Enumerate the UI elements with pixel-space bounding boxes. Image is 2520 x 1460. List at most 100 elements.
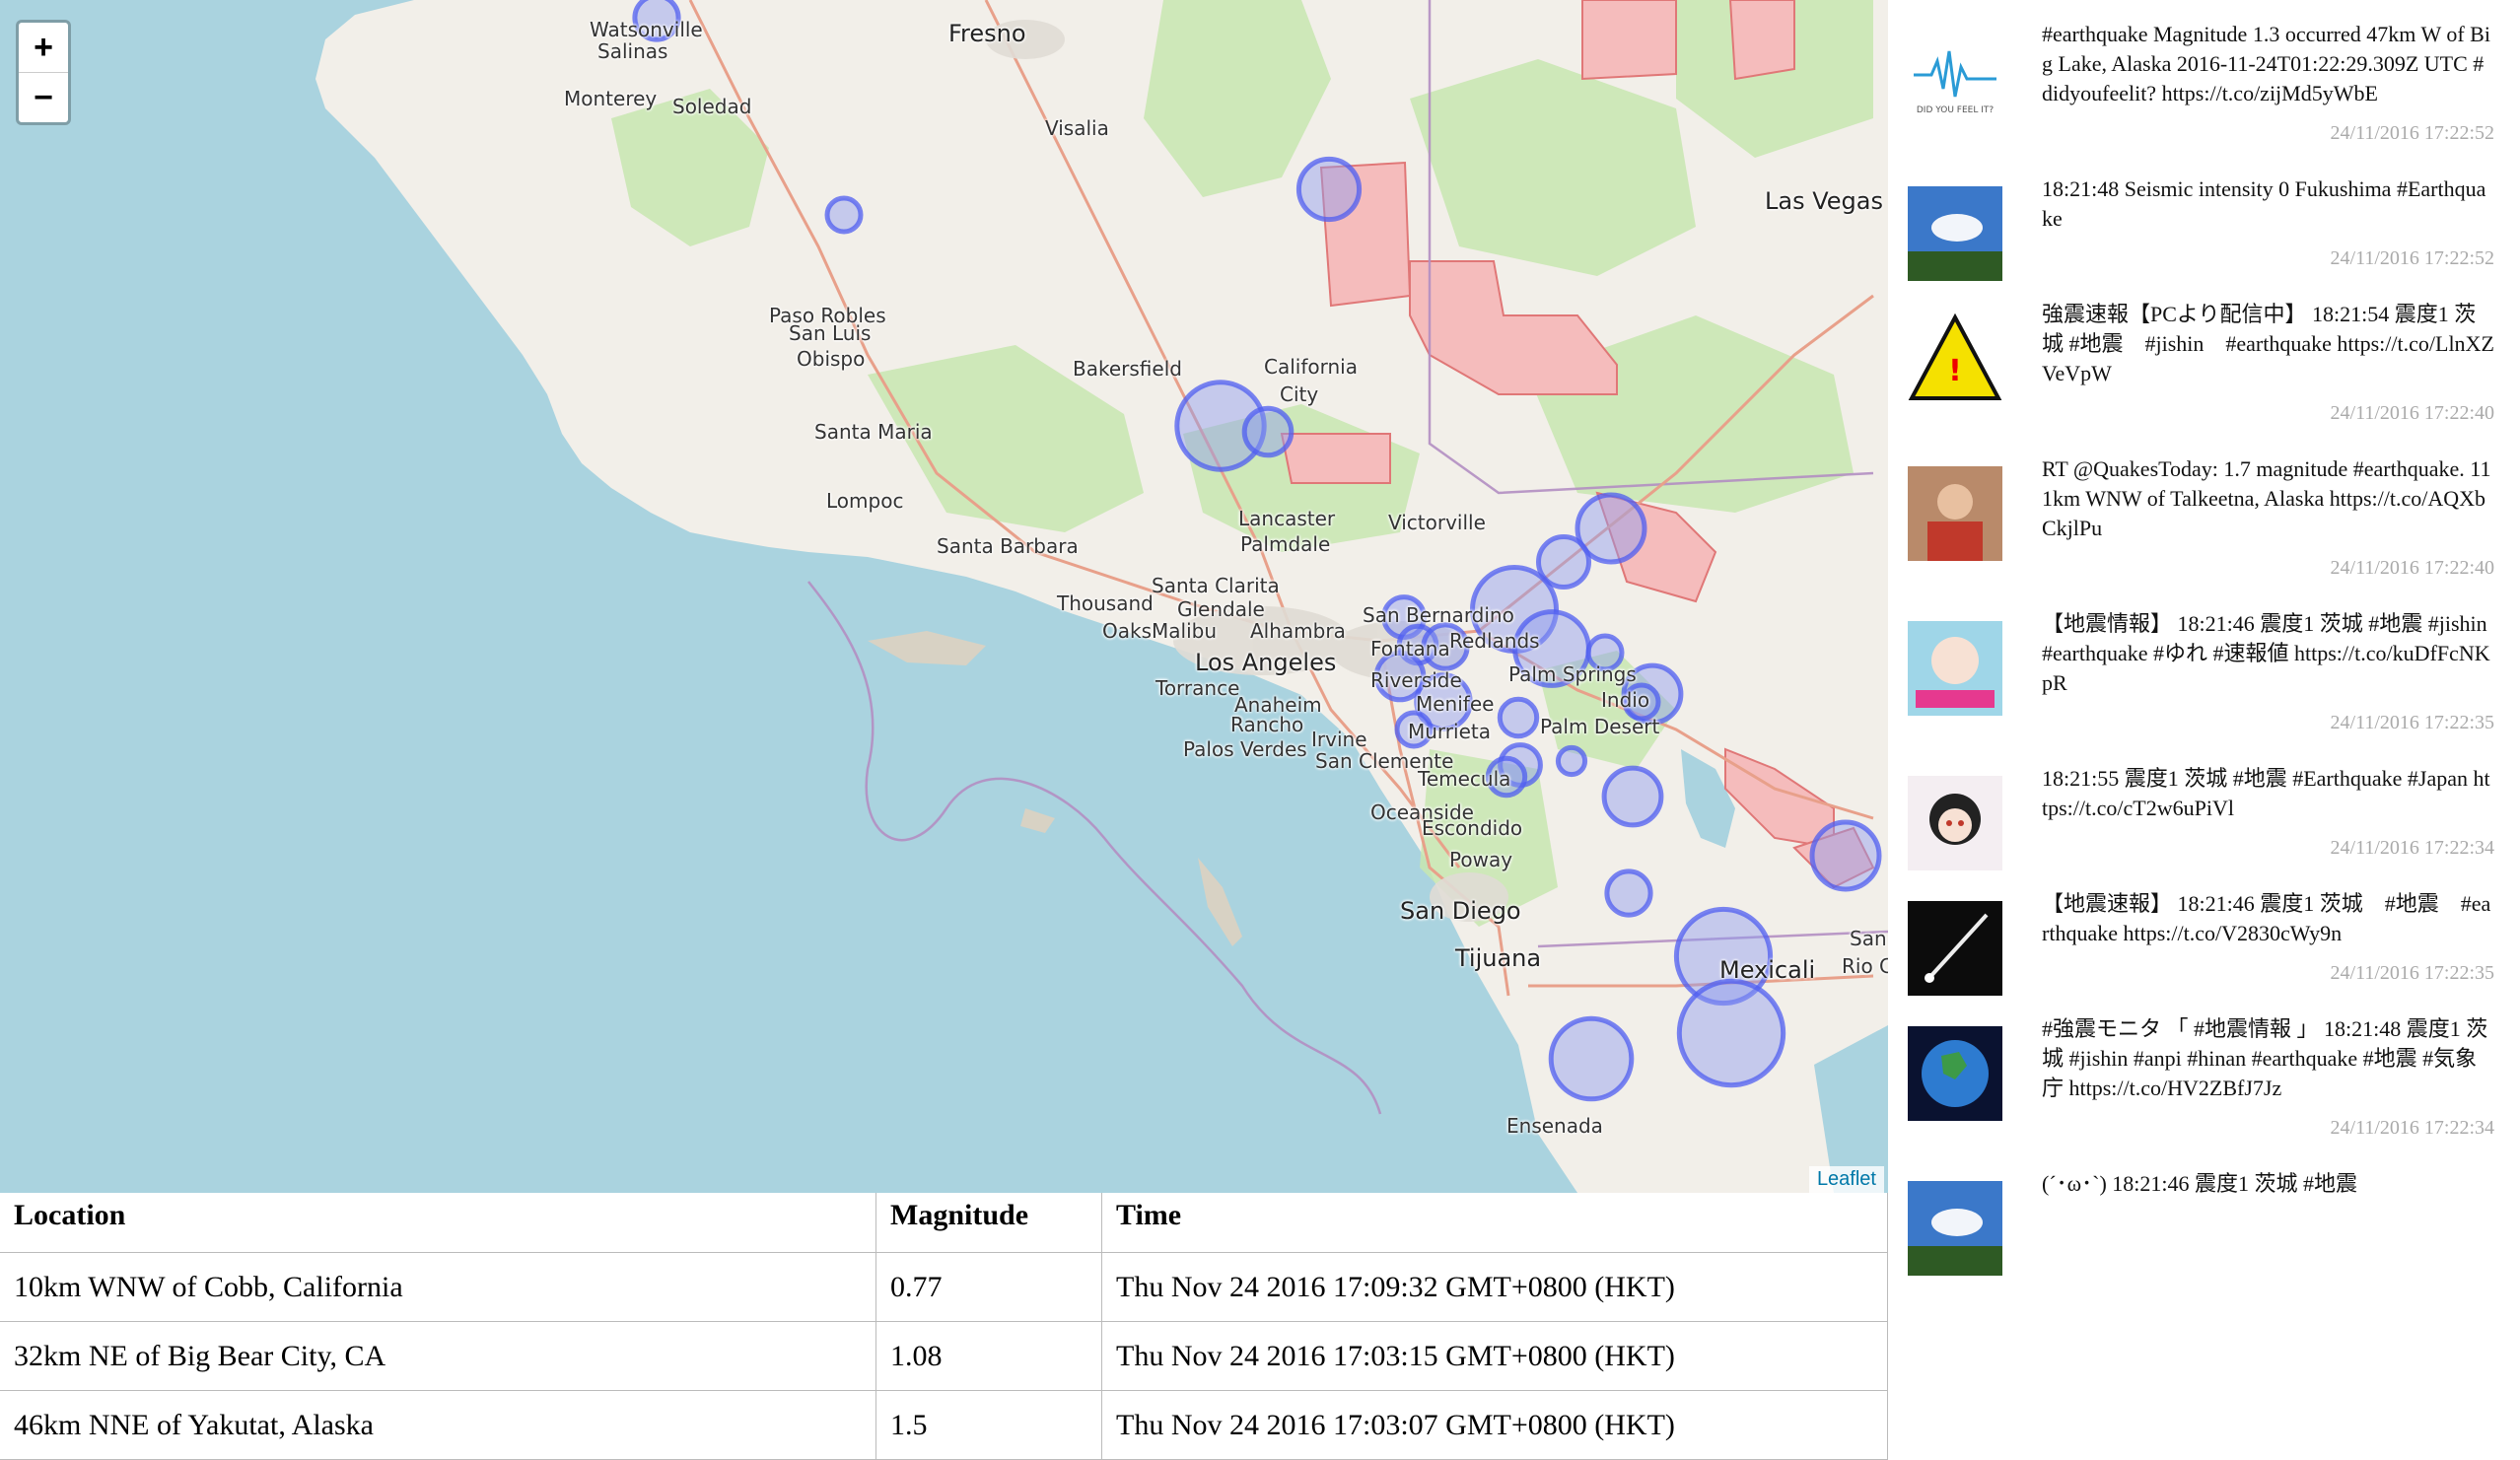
place-label: Mexicali [1719, 956, 1816, 984]
earthquake-circle[interactable] [1809, 819, 1882, 892]
place-label: Irvine [1311, 728, 1367, 751]
place-label: Las Vegas [1765, 187, 1883, 215]
earthquake-circle[interactable] [1676, 978, 1786, 1088]
place-label: Alhambra [1250, 619, 1346, 643]
place-label: Obispo [797, 347, 866, 371]
place-label: Palos Verdes [1183, 737, 1307, 761]
place-label: Riverside [1370, 668, 1462, 692]
place-label: Santa Maria [814, 420, 933, 444]
tweet-item[interactable]: #強震モニタ 「 #地震情報 」 18:21:48 震度1 茨城 #jishin… [1888, 995, 2520, 1149]
tweet-text: (´･ω･`) 18:21:46 震度1 茨城 #地震 [2042, 1171, 2358, 1196]
cell-location: 46km NNE of Yakutat, Alaska [0, 1390, 876, 1460]
earthquake-circle[interactable] [1604, 869, 1653, 918]
place-label: Indio [1601, 688, 1650, 712]
place-label: Murrieta [1408, 720, 1491, 743]
earthquake-circle[interactable] [1241, 405, 1295, 458]
place-label: Soledad [672, 95, 752, 118]
place-label: Palm Springs [1508, 662, 1637, 686]
cell-magnitude: 0.77 [875, 1252, 1102, 1322]
earthquake-circle[interactable] [1548, 1015, 1635, 1102]
cell-time: Thu Nov 24 2016 17:03:15 GMT+0800 (HKT) [1101, 1321, 1888, 1391]
place-label: Rio Co [1842, 954, 1888, 978]
place-label: Santa Clarita [1152, 574, 1280, 597]
tweet-text: 強震速報【PCより配信中】 18:21:54 震度1 茨城 #地震 #jishi… [2042, 302, 2494, 385]
cell-magnitude: 1.5 [875, 1390, 1102, 1460]
place-label: Escondido [1422, 816, 1523, 840]
place-label: Redlands [1449, 629, 1540, 653]
tweet-text: 18:21:48 Seismic intensity 0 Fukushima #… [2042, 176, 2486, 231]
place-label: Watsonville [590, 18, 703, 41]
column-header-location: Location [0, 1193, 876, 1253]
place-label: Lompoc [826, 489, 904, 513]
tweet-item[interactable]: ! 強震速報【PCより配信中】 18:21:54 震度1 茨城 #地震 #jish… [1888, 280, 2520, 435]
zoom-control: + − [16, 20, 71, 125]
earthquake-table: Location Magnitude Time 10km WNW of Cobb… [0, 1193, 1888, 1460]
place-label: Ensenada [1506, 1114, 1603, 1138]
table-row: 32km NE of Big Bear City, CA 1.08 Thu No… [0, 1321, 1888, 1391]
place-label: Menifee [1416, 692, 1495, 716]
place-label: Visalia [1045, 116, 1109, 140]
place-label: Poway [1449, 848, 1513, 871]
table-header-row: Location Magnitude Time [0, 1193, 1888, 1253]
column-header-magnitude: Magnitude [875, 1193, 1102, 1253]
place-label: Santa Barbara [937, 534, 1079, 558]
place-label: Fresno [948, 20, 1026, 47]
meteor-avatar-icon [1908, 901, 2002, 996]
place-label: San [1850, 927, 1887, 950]
tweet-item[interactable]: 18:21:55 震度1 茨城 #地震 #Earthquake #Japan h… [1888, 744, 2520, 870]
table-row: 46km NNE of Yakutat, Alaska 1.5 Thu Nov … [0, 1390, 1888, 1460]
warning-sign-icon: ! [1908, 312, 2002, 406]
sky-photo-icon [1908, 1181, 2002, 1276]
leaflet-attribution-link[interactable]: Leaflet [1808, 1166, 1884, 1193]
earthquake-circle[interactable] [824, 195, 864, 235]
map-view[interactable]: Watsonville Salinas Monterey Soledad Fresno V… [0, 0, 1888, 1193]
svg-text:!: ! [1948, 354, 1962, 388]
earthquake-circle[interactable] [1601, 765, 1664, 828]
place-label: Victorville [1388, 511, 1486, 534]
tweet-item[interactable]: RT @QuakesToday: 1.7 magnitude #earthqua… [1888, 435, 2520, 590]
place-label: Thousand [1057, 591, 1154, 615]
place-label: Los Angeles [1195, 649, 1337, 676]
earthquake-circle[interactable] [1555, 744, 1588, 778]
place-label: Tijuana [1455, 944, 1542, 972]
tweet-item[interactable]: 18:21:48 Seismic intensity 0 Fukushima #… [1888, 155, 2520, 281]
place-label: Bakersfield [1073, 357, 1182, 381]
person-photo-icon [1908, 466, 2002, 561]
anime-avatar-icon [1908, 621, 2002, 716]
place-label: Fontana [1370, 637, 1450, 660]
place-label: Salinas [597, 39, 668, 63]
place-label: San Bernardino [1363, 603, 1514, 627]
cell-time: Thu Nov 24 2016 17:03:07 GMT+0800 (HKT) [1101, 1390, 1888, 1460]
tweet-text: 18:21:55 震度1 茨城 #地震 #Earthquake #Japan h… [2042, 766, 2490, 820]
place-label: Palmdale [1240, 532, 1331, 556]
earthquake-markers[interactable] [0, 0, 1888, 1193]
place-label: Palm Desert [1540, 715, 1660, 738]
tweet-item[interactable]: DID YOU FEEL IT? #earthquake Magnitude 1.… [1888, 0, 2520, 155]
place-label: California [1264, 355, 1358, 379]
tweet-feed[interactable]: DID YOU FEEL IT? #earthquake Magnitude 1.… [1888, 0, 2520, 1433]
tweet-text: #earthquake Magnitude 1.3 occurred 47km … [2042, 22, 2490, 105]
place-label: Torrance [1155, 676, 1240, 700]
cell-location: 32km NE of Big Bear City, CA [0, 1321, 876, 1391]
cell-time: Thu Nov 24 2016 17:09:32 GMT+0800 (HKT) [1101, 1252, 1888, 1322]
earthquake-circle[interactable] [1497, 696, 1540, 739]
cell-location: 10km WNW of Cobb, California [0, 1252, 876, 1322]
place-label: Malibu [1152, 619, 1217, 643]
place-label: San Diego [1400, 897, 1521, 925]
tweet-item[interactable]: 【地震速報】 18:21:46 震度1 茨城 #地震 #earthquake h… [1888, 869, 2520, 996]
zoom-in-button[interactable]: + [19, 23, 68, 72]
place-label: Oaks [1102, 619, 1152, 643]
place-label: Rancho [1230, 713, 1304, 736]
place-label: San Luis [789, 321, 872, 345]
tweet-item[interactable]: (´･ω･`) 18:21:46 震度1 茨城 #地震 [1888, 1149, 2520, 1276]
zoom-out-button[interactable]: − [19, 72, 68, 122]
earthquake-circle[interactable] [1295, 156, 1363, 223]
sky-photo-icon [1908, 186, 2002, 281]
place-label: City [1280, 382, 1319, 406]
tweet-item[interactable]: 【地震情報】 18:21:46 震度1 茨城 #地震 #jishin #eart… [1888, 590, 2520, 744]
tweet-text: #強震モニタ 「 #地震情報 」 18:21:48 震度1 茨城 #jishin… [2042, 1016, 2488, 1100]
table-row: 10km WNW of Cobb, California 0.77 Thu No… [0, 1252, 1888, 1322]
earth-avatar-icon [1908, 1026, 2002, 1121]
tweet-text: RT @QuakesToday: 1.7 magnitude #earthqua… [2042, 456, 2491, 540]
anime-girl-avatar-icon [1908, 776, 2002, 870]
